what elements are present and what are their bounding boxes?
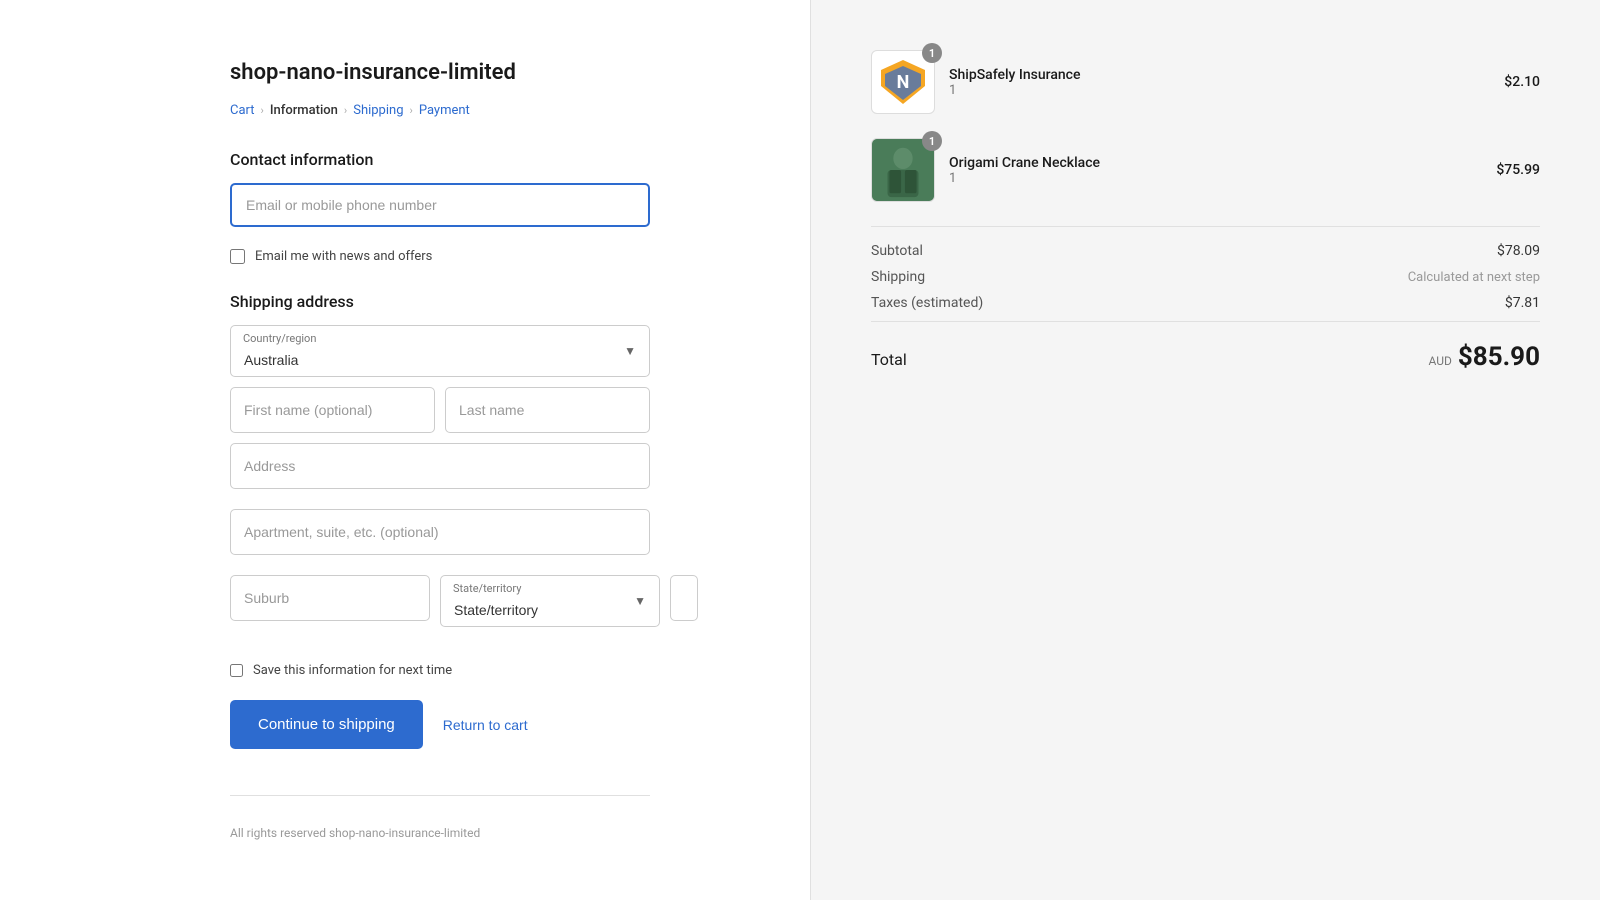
order-divider-bottom	[871, 321, 1540, 322]
svg-text:N: N	[897, 72, 910, 93]
country-select-wrapper: Country/region Australia ▼	[230, 325, 650, 377]
shipping-label: Shipping	[871, 269, 925, 285]
shipping-value: Calculated at next step	[1408, 270, 1540, 285]
left-footer: All rights reserved shop-nano-insurance-…	[230, 795, 650, 840]
necklace-qty: 1	[949, 171, 1100, 186]
necklace-badge: 1	[922, 131, 942, 151]
shipsafely-name: ShipSafely Insurance	[949, 67, 1081, 83]
right-panel: N 1 ShipSafely Insurance 1 $2.10	[810, 0, 1600, 900]
postcode-field-group	[670, 575, 698, 627]
location-row: State/territory State/territory ▼	[230, 575, 650, 627]
taxes-row: Taxes (estimated) $7.81	[871, 295, 1540, 311]
email-field-group	[230, 183, 650, 239]
return-to-cart-button[interactable]: Return to cart	[443, 717, 528, 733]
country-field-group: Country/region Australia ▼	[230, 325, 650, 377]
subtotal-row: Subtotal $78.09	[871, 243, 1540, 259]
cart-item-necklace-left: 1 Origami Crane Necklace 1	[871, 138, 1100, 202]
state-field-group: State/territory State/territory ▼	[440, 575, 660, 627]
name-row	[230, 387, 650, 433]
postcode-input[interactable]	[670, 575, 698, 621]
email-input[interactable]	[230, 183, 650, 227]
first-name-input[interactable]	[230, 387, 435, 433]
last-name-field-group	[445, 387, 650, 433]
necklace-name: Origami Crane Necklace	[949, 155, 1100, 171]
breadcrumb: Cart › Information › Shipping › Payment	[230, 103, 650, 118]
subtotal-label: Subtotal	[871, 243, 923, 259]
shipping-row: Shipping Calculated at next step	[871, 269, 1540, 285]
breadcrumb-payment[interactable]: Payment	[419, 103, 470, 118]
last-name-input[interactable]	[445, 387, 650, 433]
footer-text: All rights reserved shop-nano-insurance-…	[230, 826, 480, 840]
contact-section-title: Contact information	[230, 150, 650, 169]
shipsafely-image-wrap: N 1	[871, 50, 935, 114]
shipsafely-qty: 1	[949, 83, 1081, 98]
newsletter-row: Email me with news and offers	[230, 249, 650, 264]
save-label: Save this information for next time	[253, 663, 452, 678]
breadcrumb-shipping[interactable]: Shipping	[353, 103, 403, 118]
total-label: Total	[871, 350, 907, 369]
state-select-wrapper: State/territory State/territory ▼	[440, 575, 660, 627]
necklace-image-wrap: 1	[871, 138, 935, 202]
total-value-group: AUD $85.90	[1428, 342, 1540, 372]
left-panel: shop-nano-insurance-limited Cart › Infor…	[0, 0, 810, 900]
necklace-info: Origami Crane Necklace 1	[949, 155, 1100, 186]
first-name-field-group	[230, 387, 435, 433]
shipsafely-info: ShipSafely Insurance 1	[949, 67, 1081, 98]
necklace-price: $75.99	[1496, 162, 1540, 178]
shipsafely-badge: 1	[922, 43, 942, 63]
taxes-label: Taxes (estimated)	[871, 295, 983, 311]
suburb-field-group	[230, 575, 430, 627]
order-divider-top	[871, 226, 1540, 227]
cart-item-shipsafely: N 1 ShipSafely Insurance 1 $2.10	[871, 50, 1540, 114]
breadcrumb-sep-3: ›	[410, 104, 413, 117]
shipping-section-title: Shipping address	[230, 292, 650, 311]
breadcrumb-sep-1: ›	[261, 104, 264, 117]
shipping-section: Shipping address Country/region Australi…	[230, 292, 650, 643]
cart-item-shipsafely-left: N 1 ShipSafely Insurance 1	[871, 50, 1081, 114]
country-select[interactable]: Australia	[230, 325, 650, 377]
apartment-input[interactable]	[230, 509, 650, 555]
apartment-field-group	[230, 509, 650, 565]
total-row: Total AUD $85.90	[871, 338, 1540, 372]
breadcrumb-cart[interactable]: Cart	[230, 103, 255, 118]
total-amount: $85.90	[1458, 342, 1540, 372]
store-title: shop-nano-insurance-limited	[230, 60, 650, 85]
save-row: Save this information for next time	[230, 663, 650, 678]
address-input[interactable]	[230, 443, 650, 489]
subtotal-value: $78.09	[1497, 243, 1540, 259]
button-row: Continue to shipping Return to cart	[230, 700, 650, 749]
cart-item-necklace: 1 Origami Crane Necklace 1 $75.99	[871, 138, 1540, 202]
suburb-input[interactable]	[230, 575, 430, 621]
save-checkbox[interactable]	[230, 664, 243, 677]
breadcrumb-sep-2: ›	[344, 104, 347, 117]
address-field-group	[230, 443, 650, 499]
state-select[interactable]: State/territory	[440, 575, 660, 627]
shipsafely-price: $2.10	[1504, 74, 1540, 90]
continue-to-shipping-button[interactable]: Continue to shipping	[230, 700, 423, 749]
total-currency: AUD	[1428, 354, 1451, 368]
breadcrumb-information[interactable]: Information	[270, 103, 338, 118]
newsletter-checkbox[interactable]	[230, 249, 245, 264]
taxes-value: $7.81	[1505, 295, 1540, 311]
newsletter-label: Email me with news and offers	[255, 249, 432, 264]
